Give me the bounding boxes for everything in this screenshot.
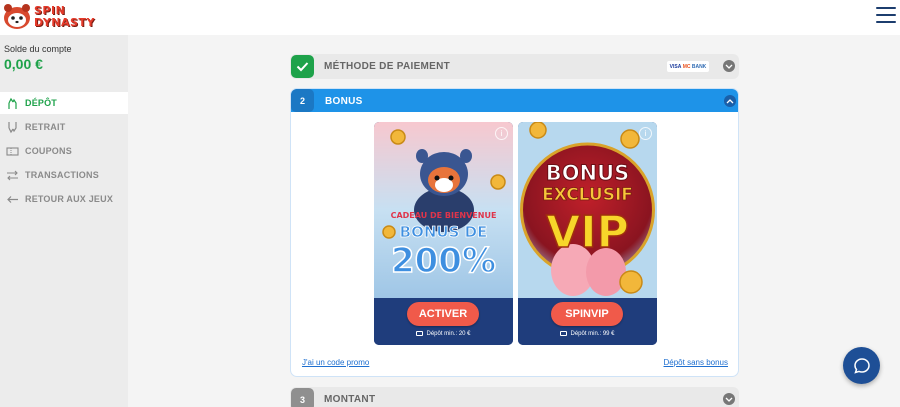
info-icon[interactable]: i <box>639 127 652 140</box>
step-bonus-title: BONUS <box>325 96 363 107</box>
step-number-badge: 2 <box>291 89 314 112</box>
brand-logo[interactable]: SPIN DYNASTY <box>2 3 114 32</box>
card-footer: SPINVIP Dépôt min.: 99 € <box>518 298 657 345</box>
sidebar-item-coupons[interactable]: COUPONS <box>0 140 128 162</box>
coupon-ticket-icon <box>5 144 19 158</box>
sidebar-item-transactions[interactable]: TRANSACTIONS <box>0 164 128 186</box>
min-deposit-text: Dépôt min.: 99 € <box>518 331 657 337</box>
step-number-badge: 3 <box>291 388 314 407</box>
card-banner-small: BONUS <box>546 161 630 185</box>
balance-value: 0,00 € <box>4 56 43 72</box>
sidebar-item-label: RETRAIT <box>25 122 66 132</box>
sidebar-item-label: DÉPÔT <box>25 98 58 108</box>
visa-logo: VISA <box>669 63 682 70</box>
welcome-bonus-banner-image: CADEAU DE BIENVENUE BONUS DE 200% <box>374 122 513 298</box>
sidebar-item-depot[interactable]: DÉPÔT <box>0 92 128 114</box>
step-amount-title: MONTANT <box>324 394 376 405</box>
sidebar-item-retour-aux-jeux[interactable]: RETOUR AUX JEUX <box>0 188 128 210</box>
sidebar-item-label: COUPONS <box>25 146 72 156</box>
chat-bubble-icon[interactable] <box>843 347 880 384</box>
min-deposit-text: Dépôt min.: 20 € <box>374 331 513 337</box>
payment-logos: VISA MC BANK <box>667 61 709 72</box>
card-banner-big-1: BONUS DE <box>400 223 488 241</box>
step-bonus-header[interactable]: 2 BONUS <box>291 89 738 112</box>
hamburger-menu-icon[interactable] <box>876 7 896 23</box>
red-panda-logo-icon <box>4 4 30 29</box>
sidebar-item-label: RETOUR AUX JEUX <box>25 194 114 204</box>
chevron-up-icon[interactable] <box>724 95 736 107</box>
bonus-panel: 2 BONUS CADEAU DE BIENVENUE BONUS DE 200… <box>290 88 739 377</box>
balance-label: Solde du compte <box>4 44 72 54</box>
card-footer: ACTIVER Dépôt min.: 20 € <box>374 298 513 345</box>
withdraw-hand-icon <box>5 120 19 134</box>
card-icon <box>416 331 424 336</box>
vip-bonus-banner-image: BONUS EXCLUSIF VIP <box>518 122 657 298</box>
card-banner-big-2: 200% <box>391 241 496 281</box>
card-icon <box>560 331 568 336</box>
mastercard-logo: MC <box>682 63 691 70</box>
card-banner-big-1: EXCLUSIF <box>542 185 633 205</box>
check-icon <box>291 55 314 78</box>
brand-wordmark: SPIN DYNASTY <box>34 5 95 29</box>
card-banner-small: CADEAU DE BIENVENUE <box>391 211 497 220</box>
step-payment-method[interactable]: MÉTHODE DE PAIEMENT VISA MC BANK <box>290 54 739 79</box>
deposit-hand-icon <box>5 96 19 110</box>
step-payment-title: MÉTHODE DE PAIEMENT <box>324 61 451 72</box>
info-icon[interactable]: i <box>495 127 508 140</box>
transfer-arrows-icon <box>5 168 19 182</box>
back-arrow-icon <box>5 192 19 206</box>
sidebar: Solde du compte 0,00 € DÉPÔT RETRAIT COU… <box>0 35 128 407</box>
sidebar-item-label: TRANSACTIONS <box>25 170 99 180</box>
bank-logo: BANK <box>691 63 707 70</box>
min-deposit-value: Dépôt min.: 99 € <box>570 331 615 337</box>
brand-line-2: DYNASTY <box>34 16 95 29</box>
bonus-card-welcome[interactable]: CADEAU DE BIENVENUE BONUS DE 200% i ACTI… <box>374 122 513 345</box>
chevron-down-icon[interactable] <box>723 60 735 72</box>
promo-code-link[interactable]: J'ai un code promo <box>302 358 369 367</box>
chevron-down-icon[interactable] <box>723 393 735 405</box>
spinvip-button[interactable]: SPINVIP <box>551 302 623 326</box>
deposit-without-bonus-link[interactable]: Dépôt sans bonus <box>664 358 729 367</box>
card-banner-big-2: VIP <box>546 207 629 258</box>
activate-button[interactable]: ACTIVER <box>407 302 479 326</box>
top-bar: SPIN DYNASTY <box>0 0 900 35</box>
bonus-card-vip[interactable]: BONUS EXCLUSIF VIP i SPINVIP Dépôt min.:… <box>518 122 657 345</box>
min-deposit-value: Dépôt min.: 20 € <box>426 331 471 337</box>
step-amount[interactable]: 3 MONTANT <box>290 387 739 407</box>
sidebar-item-retrait[interactable]: RETRAIT <box>0 116 128 138</box>
